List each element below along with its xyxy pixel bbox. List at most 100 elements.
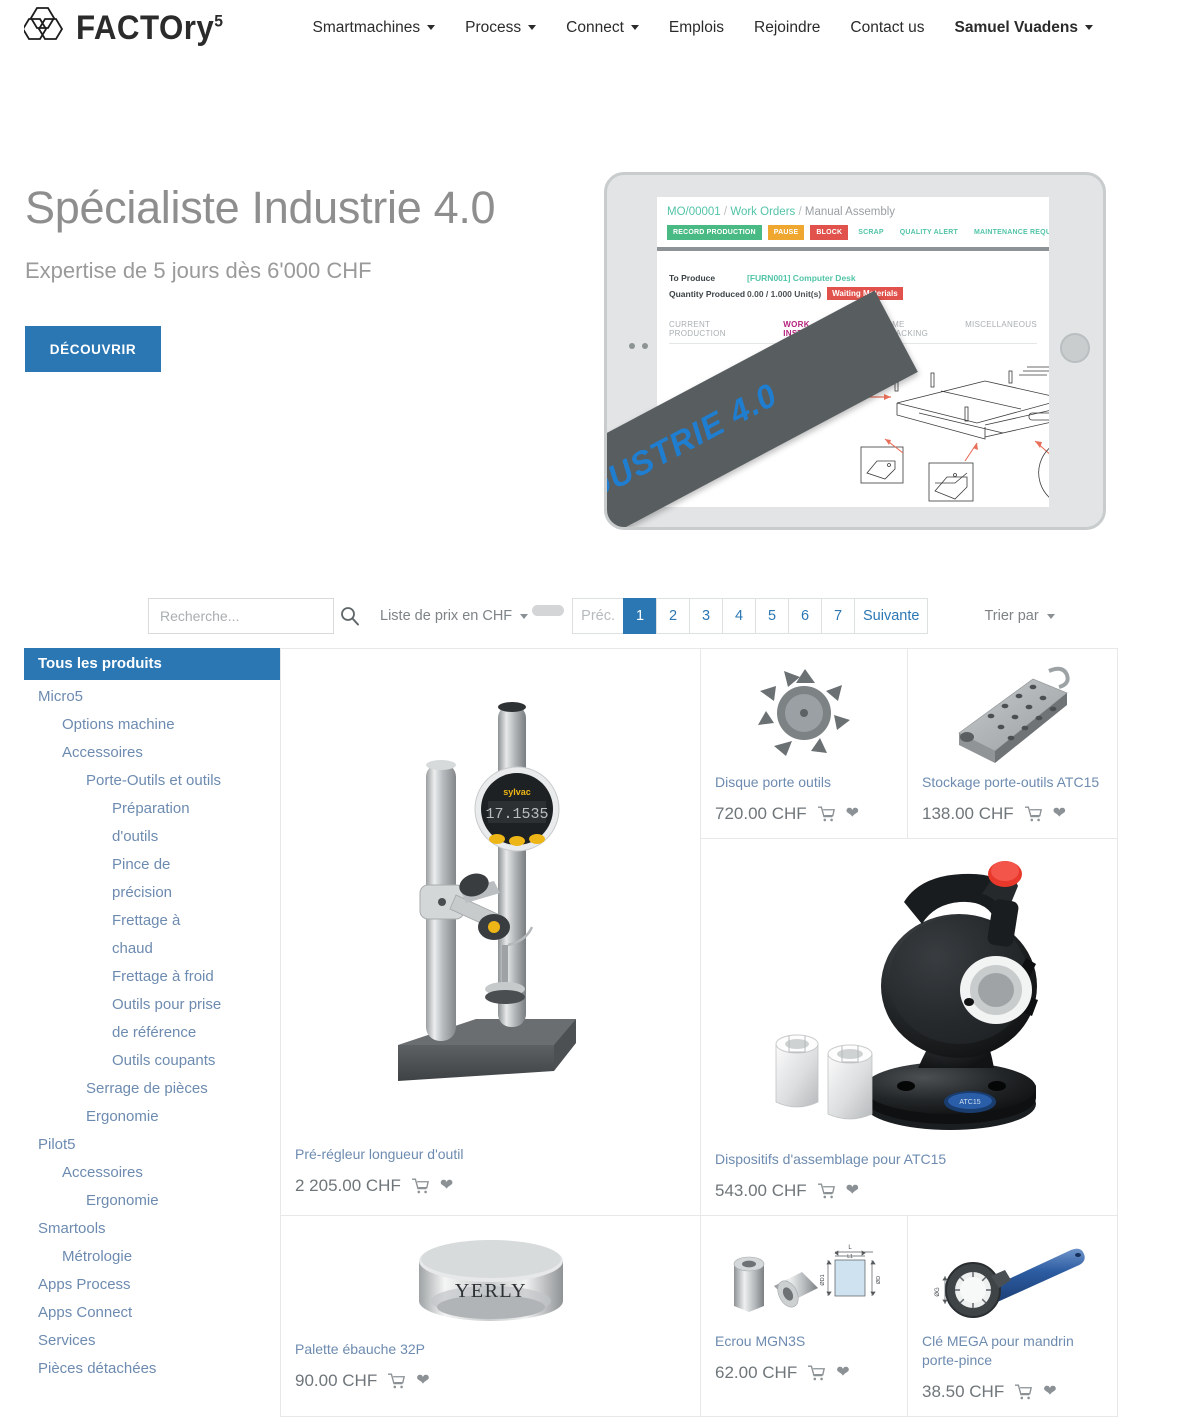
- nav-item-process[interactable]: Process: [465, 19, 537, 37]
- pagination-prev[interactable]: Préc.: [572, 598, 624, 634]
- breadcrumb-mo[interactable]: MO/00001: [667, 206, 721, 218]
- heart-icon[interactable]: ❤: [846, 1183, 859, 1199]
- pagination-page-1[interactable]: 1: [623, 598, 657, 634]
- sidebar-item-pieces-detachees[interactable]: Pièces détachées: [24, 1355, 280, 1383]
- pagination-page-2[interactable]: 2: [656, 598, 690, 634]
- sidebar-item-pilot5[interactable]: Pilot5: [24, 1131, 280, 1159]
- product-name[interactable]: Disque porte outils: [715, 773, 893, 792]
- nav-item-user-menu[interactable]: Samuel Vuadens: [955, 19, 1093, 37]
- product-image-wrap: ØG: [922, 1226, 1103, 1326]
- nav-item-emplois[interactable]: Emplois: [669, 19, 724, 37]
- pagination-next[interactable]: Suivante: [854, 598, 929, 634]
- shopping-cart-icon[interactable]: [411, 1178, 429, 1194]
- svg-text:L1: L1: [847, 1254, 853, 1260]
- hero-section: Spécialiste Industrie 4.0 Expertise de 5…: [0, 55, 1177, 616]
- svg-text:ØG: ØG: [935, 1287, 941, 1297]
- sidebar-item-pince-de-precision[interactable]: Pince de précision: [24, 851, 224, 907]
- product-price-row: 543.00 CHF ❤: [715, 1181, 1103, 1201]
- product-name[interactable]: Ecrou MGN3S: [715, 1332, 893, 1351]
- product-card-pre-regleur[interactable]: sylvac 17.1535 Pré-régleur longueur d'ou…: [281, 649, 701, 1216]
- sidebar-item-accessoires-micro5[interactable]: Accessoires: [24, 739, 280, 767]
- chevron-down-icon: [427, 25, 436, 30]
- nav-item-connect[interactable]: Connect: [566, 19, 639, 37]
- scrap-button[interactable]: SCRAP: [854, 225, 890, 240]
- sidebar-item-preparation-doutils[interactable]: Préparation d'outils: [24, 795, 224, 851]
- nav-item-rejoindre[interactable]: Rejoindre: [754, 19, 820, 37]
- sidebar-item-frettage-a-froid[interactable]: Frettage à froid: [24, 963, 224, 991]
- shopping-cart-icon[interactable]: [388, 1373, 406, 1389]
- shopping-cart-icon[interactable]: [817, 1183, 835, 1199]
- sort-dropdown[interactable]: Trier par: [984, 608, 1055, 624]
- pagination-page-6[interactable]: 6: [788, 598, 822, 634]
- product-name[interactable]: Palette ébauche 32P: [295, 1340, 686, 1359]
- shopping-cart-icon[interactable]: [817, 806, 835, 822]
- product-card-ecrou-mgn3s[interactable]: L L1 ØD1 ØD Ecrou MGN3S 62.00 CHF ❤: [701, 1216, 908, 1416]
- chevron-down-icon: [520, 613, 529, 619]
- tab-current-production[interactable]: CURRENT PRODUCTION: [669, 320, 768, 338]
- sidebar-item-apps-connect[interactable]: Apps Connect: [24, 1299, 280, 1327]
- product-name[interactable]: Stockage porte-outils ATC15: [922, 773, 1103, 792]
- shopping-cart-icon[interactable]: [808, 1365, 826, 1381]
- pagination-page-4[interactable]: 4: [722, 598, 756, 634]
- block-button[interactable]: BLOCK: [810, 225, 849, 240]
- shopping-cart-icon[interactable]: [1024, 806, 1042, 822]
- search-input[interactable]: [148, 598, 334, 634]
- sidebar-item-ergonomie-micro5[interactable]: Ergonomie: [24, 1103, 280, 1131]
- heart-icon[interactable]: ❤: [440, 1178, 453, 1194]
- sidebar-item-outils-pour-prise-de-reference[interactable]: Outils pour prise de référence: [24, 991, 224, 1047]
- heart-icon[interactable]: ❤: [836, 1365, 849, 1381]
- sidebar-item-tous-les-produits[interactable]: Tous les produits: [24, 648, 280, 680]
- sidebar-item-apps-process[interactable]: Apps Process: [24, 1271, 280, 1299]
- pause-button[interactable]: PAUSE: [767, 225, 805, 240]
- quality-alert-button[interactable]: QUALITY ALERT: [896, 225, 964, 240]
- sidebar-item-accessoires-pilot5[interactable]: Accessoires: [24, 1159, 280, 1187]
- sidebar-item-metrologie[interactable]: Métrologie: [24, 1243, 280, 1271]
- product-name[interactable]: Clé MEGA pour mandrin porte-pince: [922, 1332, 1103, 1370]
- product-price: 138.00 CHF: [922, 804, 1014, 823]
- sidebar-item-frettage-a-chaud[interactable]: Frettage à chaud: [24, 907, 224, 963]
- maintenance-request-button[interactable]: MAINTENANCE REQUEST: [970, 225, 1049, 240]
- product-card-cle-mega[interactable]: ØG Clé MEGA pour mandrin porte-pince 38.…: [908, 1216, 1117, 1416]
- heart-icon[interactable]: ❤: [1053, 806, 1066, 822]
- record-production-button[interactable]: RECORD PRODUCTION: [667, 225, 762, 240]
- product-card-dispositifs-assemblage[interactable]: ATC15 Dispositifs d'assemblage pour ATC1…: [701, 839, 1117, 1216]
- pagination-page-5[interactable]: 5: [755, 598, 789, 634]
- product-card-disque-porte-outils[interactable]: Disque porte outils 720.00 CHF ❤: [701, 649, 908, 839]
- pagination-page-7[interactable]: 7: [821, 598, 855, 634]
- site-logo[interactable]: FACTOry5: [24, 6, 236, 50]
- svg-text:ØD: ØD: [876, 1276, 882, 1284]
- sidebar-item-services[interactable]: Services: [24, 1327, 280, 1355]
- heart-icon[interactable]: ❤: [1043, 1384, 1056, 1400]
- shopping-cart-icon[interactable]: [1015, 1384, 1033, 1400]
- product-price-row: 2 205.00 CHF ❤: [295, 1176, 686, 1196]
- sidebar-item-smartools[interactable]: Smartools: [24, 1215, 280, 1243]
- product-card-stockage-atc15[interactable]: Stockage porte-outils ATC15 138.00 CHF ❤: [908, 649, 1117, 839]
- sidebar-item-outils-coupants[interactable]: Outils coupants: [24, 1047, 224, 1075]
- tablet-mockup: MO/00001 / Work Orders / Manual Assembly…: [604, 172, 1106, 530]
- nav-item-contact-us[interactable]: Contact us: [850, 19, 924, 37]
- heart-icon[interactable]: ❤: [416, 1373, 429, 1389]
- field-quantity-produced: Quantity Produced 0.00 / 1.000 Unit(s) W…: [669, 287, 1037, 300]
- tab-miscellaneous[interactable]: MISCELLANEOUS: [965, 320, 1037, 338]
- heart-icon[interactable]: ❤: [846, 806, 859, 822]
- hero-title: Spécialiste Industrie 4.0: [25, 182, 496, 233]
- logo-superscript: 5: [214, 11, 224, 31]
- product-name[interactable]: Dispositifs d'assemblage pour ATC15: [715, 1150, 1103, 1169]
- sidebar-item-serrage-de-pieces[interactable]: Serrage de pièces: [24, 1075, 280, 1103]
- product-name[interactable]: Pré-régleur longueur d'outil: [295, 1145, 686, 1164]
- page-root: FACTOry5 Smartmachines Process Connect E…: [0, 0, 1177, 1421]
- search-icon[interactable]: [340, 606, 360, 626]
- sidebar-item-micro5[interactable]: Micro5: [24, 683, 280, 711]
- nav-item-smartmachines[interactable]: Smartmachines: [312, 19, 436, 37]
- pricelist-dropdown[interactable]: Liste de prix en CHF: [380, 608, 529, 624]
- pagination-page-3[interactable]: 3: [689, 598, 723, 634]
- discover-button[interactable]: DÉCOUVRIR: [25, 326, 161, 372]
- breadcrumb-work-orders[interactable]: Work Orders: [730, 206, 795, 218]
- field-to-produce: To Produce [FURN001] Computer Desk: [669, 273, 856, 283]
- sidebar-item-porte-outils-et-outils[interactable]: Porte-Outils et outils: [24, 767, 280, 795]
- product-card-palette-ebauche[interactable]: YERLY Palette ébauche 32P 90.00 CHF ❤: [281, 1216, 701, 1416]
- sidebar-item-ergonomie-pilot5[interactable]: Ergonomie: [24, 1187, 280, 1215]
- sidebar-item-options-machine[interactable]: Options machine: [24, 711, 280, 739]
- product-price: 62.00 CHF: [715, 1363, 798, 1382]
- wrench-image: ØG: [935, 1248, 1085, 1318]
